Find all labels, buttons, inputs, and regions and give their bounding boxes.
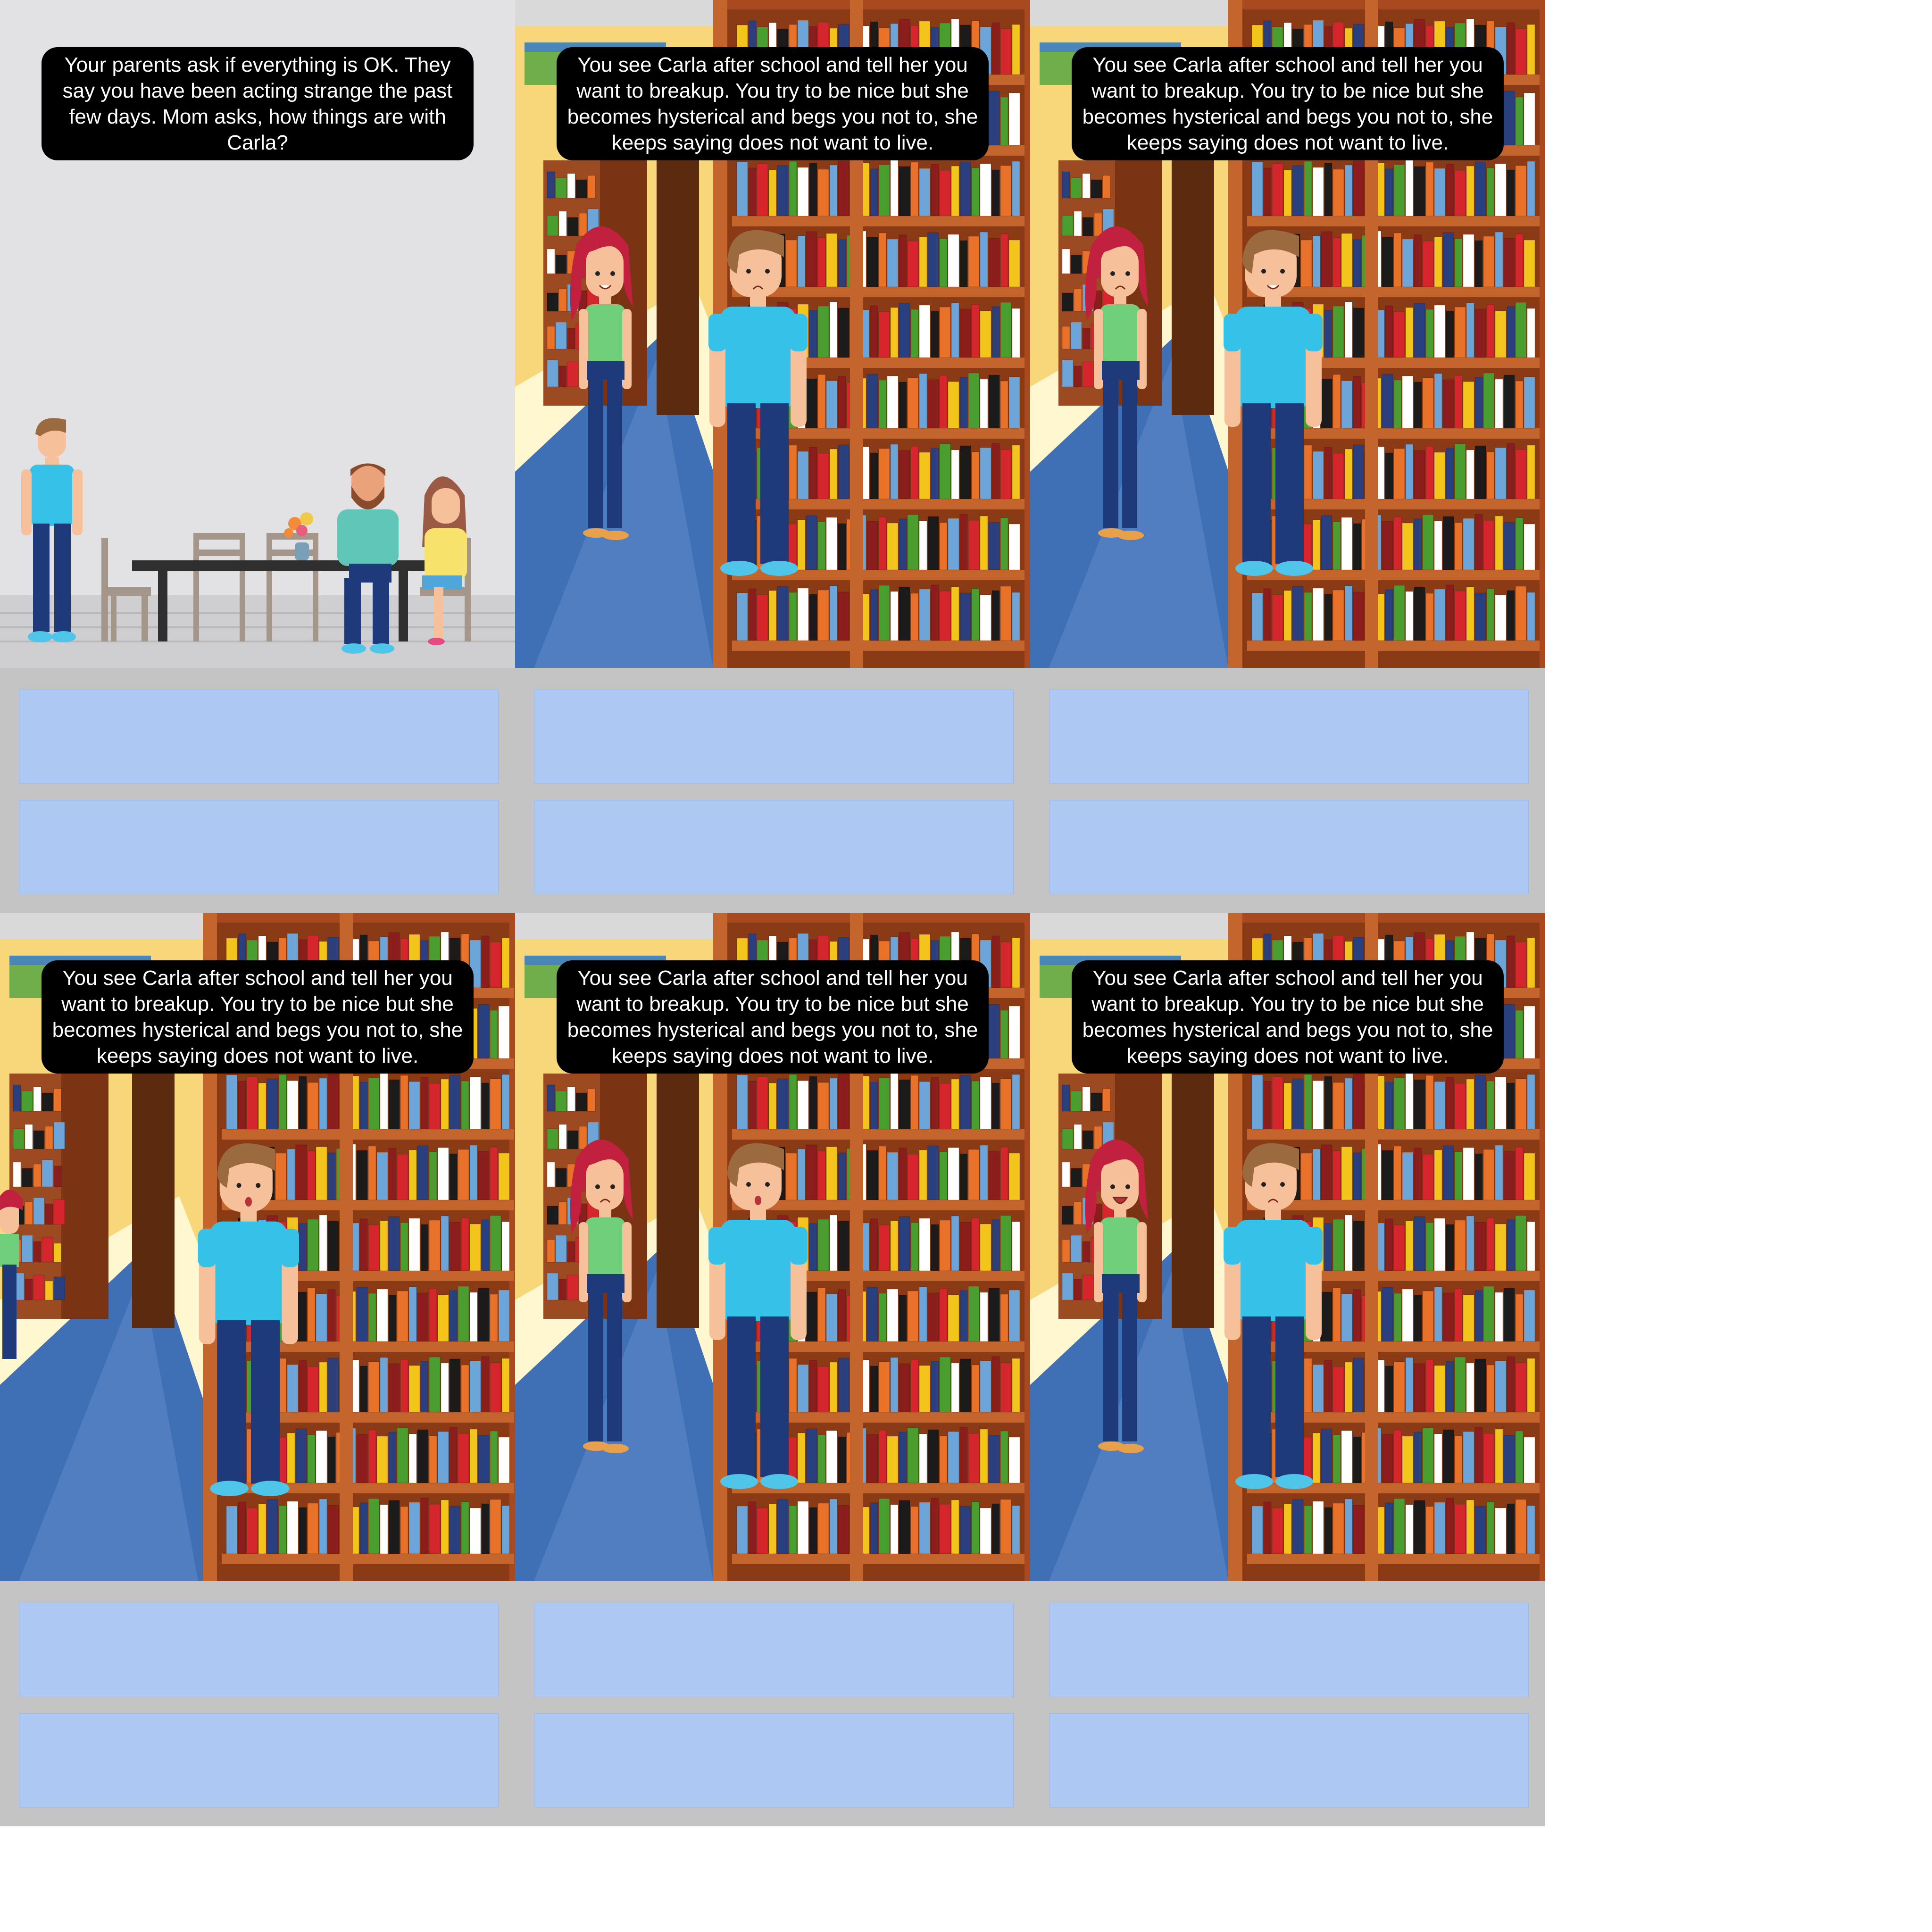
note-box-1[interactable] [1049, 1603, 1529, 1697]
scene-caption: You see Carla after school and tell her … [1030, 960, 1545, 1074]
note-box-2[interactable] [1049, 1713, 1529, 1807]
note-box-1[interactable] [19, 1603, 499, 1697]
caption-text: You see Carla after school and tell her … [557, 960, 989, 1074]
caption-text: Your parents ask if everything is OK. Th… [42, 47, 474, 160]
note-box-2[interactable] [19, 1713, 499, 1807]
storyboard-cell-3[interactable]: You see Carla after school and tell her … [1030, 0, 1545, 913]
note-box-2[interactable] [534, 1713, 1014, 1807]
note-box-2[interactable] [1049, 800, 1529, 894]
caption-text: You see Carla after school and tell her … [557, 47, 989, 160]
note-box-2[interactable] [534, 800, 1014, 894]
notes-panel [0, 668, 515, 913]
scene-caption: You see Carla after school and tell her … [0, 960, 515, 1074]
scene-caption: Your parents ask if everything is OK. Th… [0, 47, 515, 160]
note-box-1[interactable] [19, 690, 499, 784]
storyboard-cell-4[interactable]: You see Carla after school and tell her … [0, 913, 515, 1826]
scene-caption: You see Carla after school and tell her … [515, 47, 1030, 160]
scene-caption: You see Carla after school and tell her … [1030, 47, 1545, 160]
scene-caption: You see Carla after school and tell her … [515, 960, 1030, 1074]
caption-text: You see Carla after school and tell her … [1072, 960, 1504, 1074]
note-box-1[interactable] [1049, 690, 1529, 784]
notes-panel [1030, 668, 1545, 913]
notes-panel [0, 1581, 515, 1826]
caption-text: You see Carla after school and tell her … [42, 960, 474, 1074]
notes-panel [515, 668, 1030, 913]
storyboard-cell-1[interactable]: Your parents ask if everything is OK. Th… [0, 0, 515, 913]
note-box-1[interactable] [534, 690, 1014, 784]
storyboard-cell-6[interactable]: You see Carla after school and tell her … [1030, 913, 1545, 1826]
notes-panel [515, 1581, 1030, 1826]
storyboard-cell-5[interactable]: You see Carla after school and tell her … [515, 913, 1030, 1826]
scene-dining-room: Your parents ask if everything is OK. Th… [0, 0, 515, 668]
caption-text: You see Carla after school and tell her … [1072, 47, 1504, 160]
notes-panel [1030, 1581, 1545, 1826]
storyboard: Your parents ask if everything is OK. Th… [0, 0, 1545, 1826]
note-box-1[interactable] [534, 1603, 1014, 1697]
note-box-2[interactable] [19, 800, 499, 894]
storyboard-cell-2[interactable]: You see Carla after school and tell her … [515, 0, 1030, 913]
